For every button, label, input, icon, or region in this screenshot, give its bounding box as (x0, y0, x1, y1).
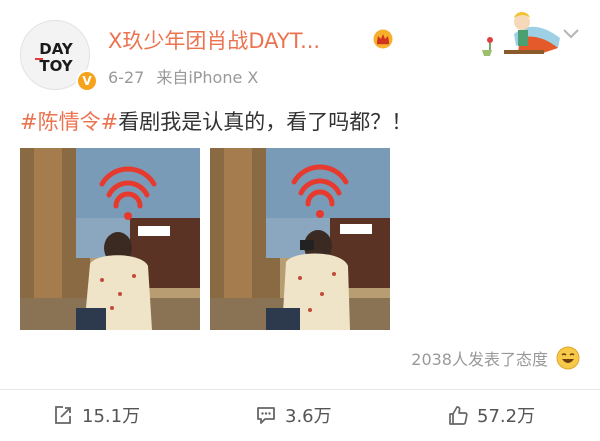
author-name[interactable]: X玖少年团肖战DAYT... (108, 25, 320, 55)
repost-count: 15.1万 (82, 406, 141, 427)
photo-image (210, 148, 390, 330)
post-meta: 6-27 来自iPhone X (108, 64, 258, 88)
repost-icon (55, 406, 71, 424)
laughing-emoji-icon (556, 346, 580, 370)
svg-text:DAY: DAY (39, 40, 74, 58)
hashtag-link[interactable]: #陈情令# (20, 110, 118, 134)
post-photo-2[interactable] (210, 148, 390, 330)
reactions-summary[interactable]: 2038人发表了态度 (411, 346, 580, 370)
post-source[interactable]: 来自iPhone X (156, 68, 258, 87)
chevron-down-icon[interactable] (562, 28, 580, 40)
post-text: #陈情令#看剧我是认真的，看了吗都？！ (20, 106, 412, 136)
thumbs-up-icon (449, 406, 468, 425)
reactions-text: 2038人发表了态度 (411, 350, 548, 369)
post-body: 看剧我是认真的，看了吗都？！ (118, 110, 413, 134)
comment-button[interactable]: 3.6万 (255, 400, 332, 430)
like-count: 57.2万 (477, 406, 536, 427)
comment-icon (257, 407, 275, 424)
like-button[interactable]: 57.2万 (447, 400, 535, 430)
crown-icon (373, 29, 393, 49)
comment-count: 3.6万 (285, 406, 332, 427)
little-prince-decoration (482, 12, 560, 56)
post-photo-1[interactable] (20, 148, 200, 330)
repost-button[interactable]: 15.1万 (52, 400, 140, 430)
divider (0, 389, 600, 390)
photo-image (20, 148, 200, 330)
post-date: 6-27 (108, 68, 145, 87)
svg-text:TOY: TOY (39, 57, 73, 75)
verified-badge: V (76, 70, 98, 92)
